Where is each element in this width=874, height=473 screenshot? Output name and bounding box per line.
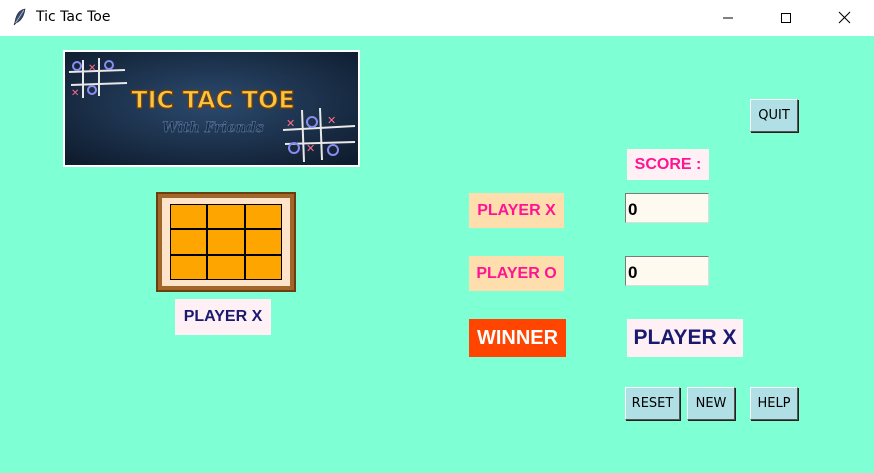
banner-image: ✕ ✕ ✕ ✕ ✕ TIC TAC TOE With Friends (63, 50, 360, 167)
svg-text:✕: ✕ (306, 142, 315, 155)
board-cell[interactable] (245, 230, 281, 254)
board-cell[interactable] (171, 205, 207, 229)
maximize-button[interactable] (758, 0, 814, 35)
window-titlebar: Tic Tac Toe (0, 0, 874, 35)
maximize-icon (781, 12, 791, 23)
board-cell[interactable] (208, 255, 244, 279)
window-title: Tic Tac Toe (36, 9, 111, 25)
player-x-label: PLAYER X (469, 193, 564, 228)
board-cell[interactable] (245, 255, 281, 279)
new-game-button[interactable]: NEW (687, 387, 735, 420)
minimize-icon (723, 17, 733, 18)
banner-graphic: ✕ ✕ ✕ ✕ ✕ TIC TAC TOE With Friends (65, 52, 358, 165)
player-o-score-field[interactable] (625, 256, 709, 286)
game-board-frame (156, 192, 296, 292)
winner-value: PLAYER X (627, 319, 743, 357)
feather-icon (13, 8, 26, 26)
close-button[interactable] (816, 0, 872, 35)
score-heading: SCORE : (627, 149, 709, 180)
game-board-inner (162, 198, 290, 286)
reset-button[interactable]: RESET (625, 387, 680, 420)
minimize-button[interactable] (700, 0, 756, 35)
close-icon (838, 11, 850, 24)
help-button[interactable]: HELP (750, 387, 798, 420)
current-turn-label: PLAYER X (175, 299, 271, 335)
svg-text:✕: ✕ (286, 117, 295, 130)
game-window: ✕ ✕ ✕ ✕ ✕ TIC TAC TOE With Friends PLAYE… (0, 36, 874, 473)
banner-subtitle: With Friends (162, 120, 264, 136)
board-cell[interactable] (245, 205, 281, 229)
game-board (170, 204, 282, 280)
svg-text:✕: ✕ (71, 88, 79, 99)
board-cell[interactable] (171, 255, 207, 279)
player-o-label: PLAYER O (469, 256, 564, 291)
board-cell[interactable] (171, 230, 207, 254)
board-cell[interactable] (208, 230, 244, 254)
svg-text:✕: ✕ (327, 114, 336, 127)
quit-button[interactable]: QUIT (750, 99, 798, 132)
svg-text:✕: ✕ (88, 63, 96, 74)
banner-title: TIC TAC TOE (131, 86, 295, 114)
player-x-score-field[interactable] (625, 193, 709, 223)
board-cell[interactable] (208, 205, 244, 229)
winner-label: WINNER (469, 319, 566, 357)
